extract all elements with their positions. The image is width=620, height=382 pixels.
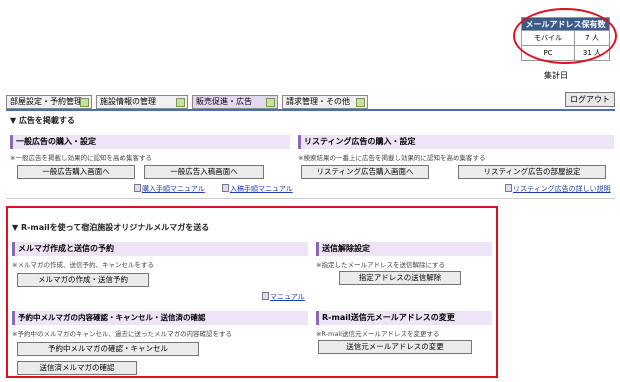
section-divider [6,198,615,199]
tab-label: 販売促進・広告 [196,97,252,106]
tab-divider [6,109,615,111]
submission-manual-link-label: 入稿手順マニュアル [230,185,293,193]
manual-icon [134,184,141,192]
sender-address-note: ※R-mail送信元メールアドレスを変更する [316,330,440,338]
listing-ad-purchase-button[interactable]: リスティング広告購入画面へ [301,165,429,179]
newsletter-create-note: ※メルマガの作成、送信予約、キャンセルをする [12,261,154,269]
newsletter-create-button[interactable]: メルマガの作成・送信予約 [17,273,149,287]
ads-section-heading: ▼ 広告を掲載する [10,116,75,125]
rmail-section-heading: ▼ R-mailを使って宿泊施設オリジナルメルマガを送る [12,223,210,232]
tab-room-settings[interactable]: 部屋設定・予約管理 [6,95,92,109]
unsubscribe-note: ※指定したメールアドレスを送信解除にする [316,261,446,269]
unsubscribe-address-button[interactable]: 指定アドレスの送信解除 [339,271,461,285]
tab-label: 部屋設定・予約管理 [10,97,82,106]
manual-icon [262,292,269,300]
listing-ad-panel-title: リスティング広告の購入・設定 [298,135,614,149]
purchase-manual-link-label: 購入手順マニュアル [142,185,205,193]
general-ad-panel-title: 一般広告の購入・設定 [10,135,290,149]
tab-billing-other[interactable]: 請求管理・その他 [282,95,368,109]
tab-label: 施設情報の管理 [100,97,156,106]
tab-label: 請求管理・その他 [286,97,350,106]
unsubscribe-panel-title: 送信解除設定 [316,242,492,256]
listing-ad-room-settings-button[interactable]: リスティング広告の部屋設定 [458,165,606,179]
logout-button[interactable]: ログアウト [565,92,615,107]
listing-ad-details-link-label: リスティング広告の詳しい説明 [513,185,611,193]
general-ad-purchase-button[interactable]: 一般広告購入画面へ [17,165,135,179]
highlight-ellipse [513,8,617,64]
tab-facility-info[interactable]: 施設情報の管理 [96,95,188,109]
listing-ad-note: ※検索結果の一番上に広告を掲載し効果的に認知を高め集客する [298,154,486,162]
reserved-newsletter-panel-title: 予約中メルマガの内容確認・キャンセル・送信済の確認 [12,311,308,325]
purchase-manual-link[interactable]: 購入手順マニュアル [134,184,205,194]
tab-sales-promotion[interactable]: 販売促進・広告 [192,95,278,109]
general-ad-submission-button[interactable]: 一般広告入稿画面へ [144,165,264,179]
sender-address-change-button[interactable]: 送信元メールアドレスの変更 [318,340,472,354]
arrow-icon [80,98,89,107]
arrow-icon [176,98,185,107]
arrow-icon [356,98,365,107]
reserved-newsletter-note: ※予約中のメルマガのキャンセル、過去に送ったメルマガの内容確認をする [12,330,232,338]
listing-ad-details-link[interactable]: リスティング広告の詳しい説明 [505,184,611,194]
manual-icon [505,184,512,192]
rmail-manual-link[interactable]: マニュアル [262,292,305,302]
newsletter-create-panel-title: メルマガ作成と送信の予約 [12,242,308,256]
arrow-icon [266,98,275,107]
rmail-manual-link-label: マニュアル [270,293,305,301]
sender-address-panel-title: R-mail送信元メールアドレスの変更 [316,311,492,325]
reserved-newsletter-cancel-button[interactable]: 予約中メルマガの確認・キャンセル [17,342,199,356]
submission-manual-link[interactable]: 入稿手順マニュアル [222,184,293,194]
manual-icon [222,184,229,192]
general-ad-note: ※一般広告を掲載し効果的に認知を高め集客する [10,154,152,162]
aggregate-date-label: 集計日 [544,71,568,80]
sent-newsletter-button[interactable]: 送信済メルマガの確認 [17,361,137,375]
